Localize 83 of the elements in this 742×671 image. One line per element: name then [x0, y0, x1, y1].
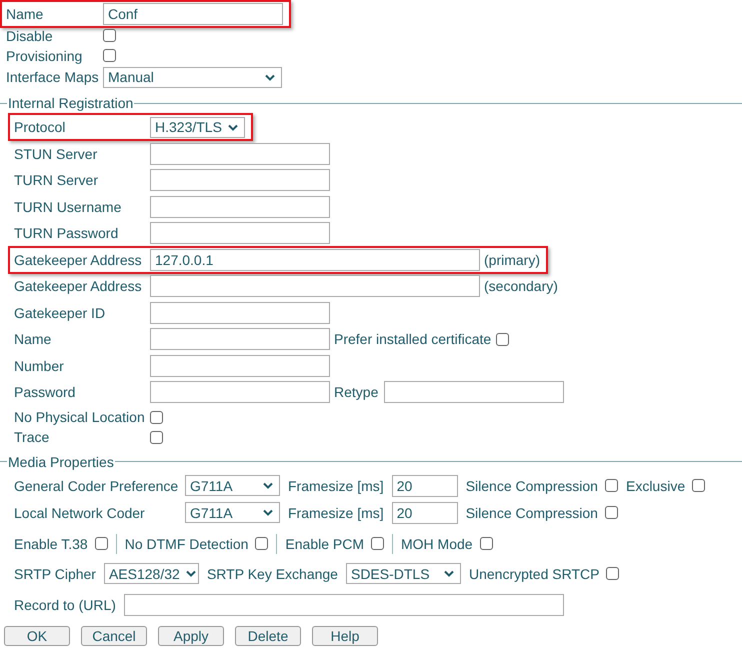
- text-field[interactable]: [150, 328, 330, 350]
- checkbox[interactable]: [150, 410, 163, 424]
- dropdown[interactable]: Manual: [103, 66, 282, 88]
- field-label: Name: [6, 6, 44, 22]
- dropdown[interactable]: G711A: [185, 475, 280, 496]
- text-field[interactable]: [150, 222, 330, 244]
- field-label: Gatekeeper Address: [14, 278, 143, 294]
- chevron-down-icon: [444, 570, 454, 577]
- chevron-down-icon: [263, 509, 273, 516]
- form-button[interactable]: Apply: [158, 626, 224, 646]
- dropdown[interactable]: H.323/TLS: [150, 116, 245, 138]
- field-label: General Coder Preference: [14, 478, 177, 494]
- field-label: Local Network Coder: [14, 504, 146, 520]
- field-label: TURN Password: [14, 225, 120, 241]
- checkbox[interactable]: [103, 29, 116, 42]
- field-label: Gatekeeper Address: [14, 252, 143, 268]
- section-title: Media Properties: [7, 454, 115, 470]
- chevron-down-icon: [186, 570, 196, 577]
- field-label: TURN Username: [14, 198, 122, 214]
- text-field[interactable]: [150, 381, 330, 403]
- checkbox[interactable]: [150, 430, 163, 444]
- field-label: Interface Maps: [6, 69, 97, 85]
- field-label: Disable: [6, 28, 54, 44]
- text-field[interactable]: 127.0.0.1: [150, 248, 480, 270]
- chevron-down-icon: [228, 124, 238, 130]
- field-label: No DTMF Detection: [124, 536, 248, 552]
- field-label: (primary): [484, 252, 540, 268]
- text-field[interactable]: [150, 302, 330, 324]
- field-label: SRTP Key Exchange: [206, 566, 338, 582]
- field-label: Enable PCM: [285, 536, 364, 552]
- dropdown[interactable]: AES128/32: [104, 563, 199, 584]
- checkbox[interactable]: [606, 567, 620, 580]
- checkbox[interactable]: [604, 506, 618, 519]
- field-label: Name: [14, 331, 52, 347]
- field-label: Silence Compression: [466, 478, 598, 494]
- form-button[interactable]: Delete: [235, 626, 301, 646]
- field-label: Enable T.38: [14, 536, 88, 552]
- field-label: MOH Mode: [401, 536, 473, 552]
- field-label: Number: [14, 358, 65, 374]
- text-field[interactable]: [150, 275, 480, 297]
- form-button[interactable]: Help: [312, 626, 378, 646]
- field-label: STUN Server: [14, 146, 98, 162]
- checkbox[interactable]: [692, 479, 706, 492]
- chevron-down-icon: [263, 482, 273, 489]
- text-field[interactable]: [124, 594, 564, 616]
- dropdown[interactable]: SDES-DTLS: [346, 563, 461, 584]
- text-field[interactable]: [150, 354, 330, 376]
- text-field[interactable]: [150, 169, 330, 191]
- form-button[interactable]: OK: [4, 626, 70, 646]
- field-label: Protocol: [14, 119, 66, 135]
- text-field[interactable]: Conf: [103, 3, 283, 25]
- text-field[interactable]: [150, 142, 330, 164]
- field-label: TURN Server: [14, 172, 100, 188]
- checkbox[interactable]: [604, 479, 618, 492]
- field-label: Prefer installed certificate: [334, 331, 492, 347]
- field-label: (secondary): [484, 278, 558, 294]
- field-label: Gatekeeper ID: [14, 304, 106, 320]
- field-label: No Physical Location: [14, 409, 144, 425]
- field-label: Trace: [14, 429, 50, 445]
- field-label: Password: [14, 384, 76, 400]
- checkbox[interactable]: [371, 537, 384, 550]
- dropdown[interactable]: G711A: [185, 502, 280, 523]
- field-label: Exclusive: [626, 478, 686, 494]
- field-label: Framesize [ms]: [288, 478, 384, 494]
- field-label: Framesize [ms]: [288, 504, 384, 520]
- text-field[interactable]: [150, 196, 330, 218]
- checkbox[interactable]: [255, 537, 268, 550]
- form-button[interactable]: Cancel: [81, 626, 147, 646]
- text-field[interactable]: 20: [392, 502, 458, 524]
- field-label: Unencrypted SRTCP: [468, 566, 600, 582]
- text-field[interactable]: [384, 381, 564, 403]
- field-label: Retype: [334, 384, 378, 400]
- checkbox[interactable]: [103, 49, 116, 62]
- checkbox[interactable]: [480, 537, 493, 550]
- field-label: Record to (URL): [14, 596, 116, 612]
- section-title: Internal Registration: [7, 95, 134, 111]
- text-field[interactable]: 20: [392, 474, 458, 496]
- field-label: Silence Compression: [466, 504, 598, 520]
- checkbox[interactable]: [94, 537, 108, 550]
- checkbox[interactable]: [496, 332, 510, 346]
- field-label: SRTP Cipher: [14, 566, 96, 582]
- chevron-down-icon: [265, 74, 275, 80]
- field-label: Provisioning: [6, 48, 84, 64]
